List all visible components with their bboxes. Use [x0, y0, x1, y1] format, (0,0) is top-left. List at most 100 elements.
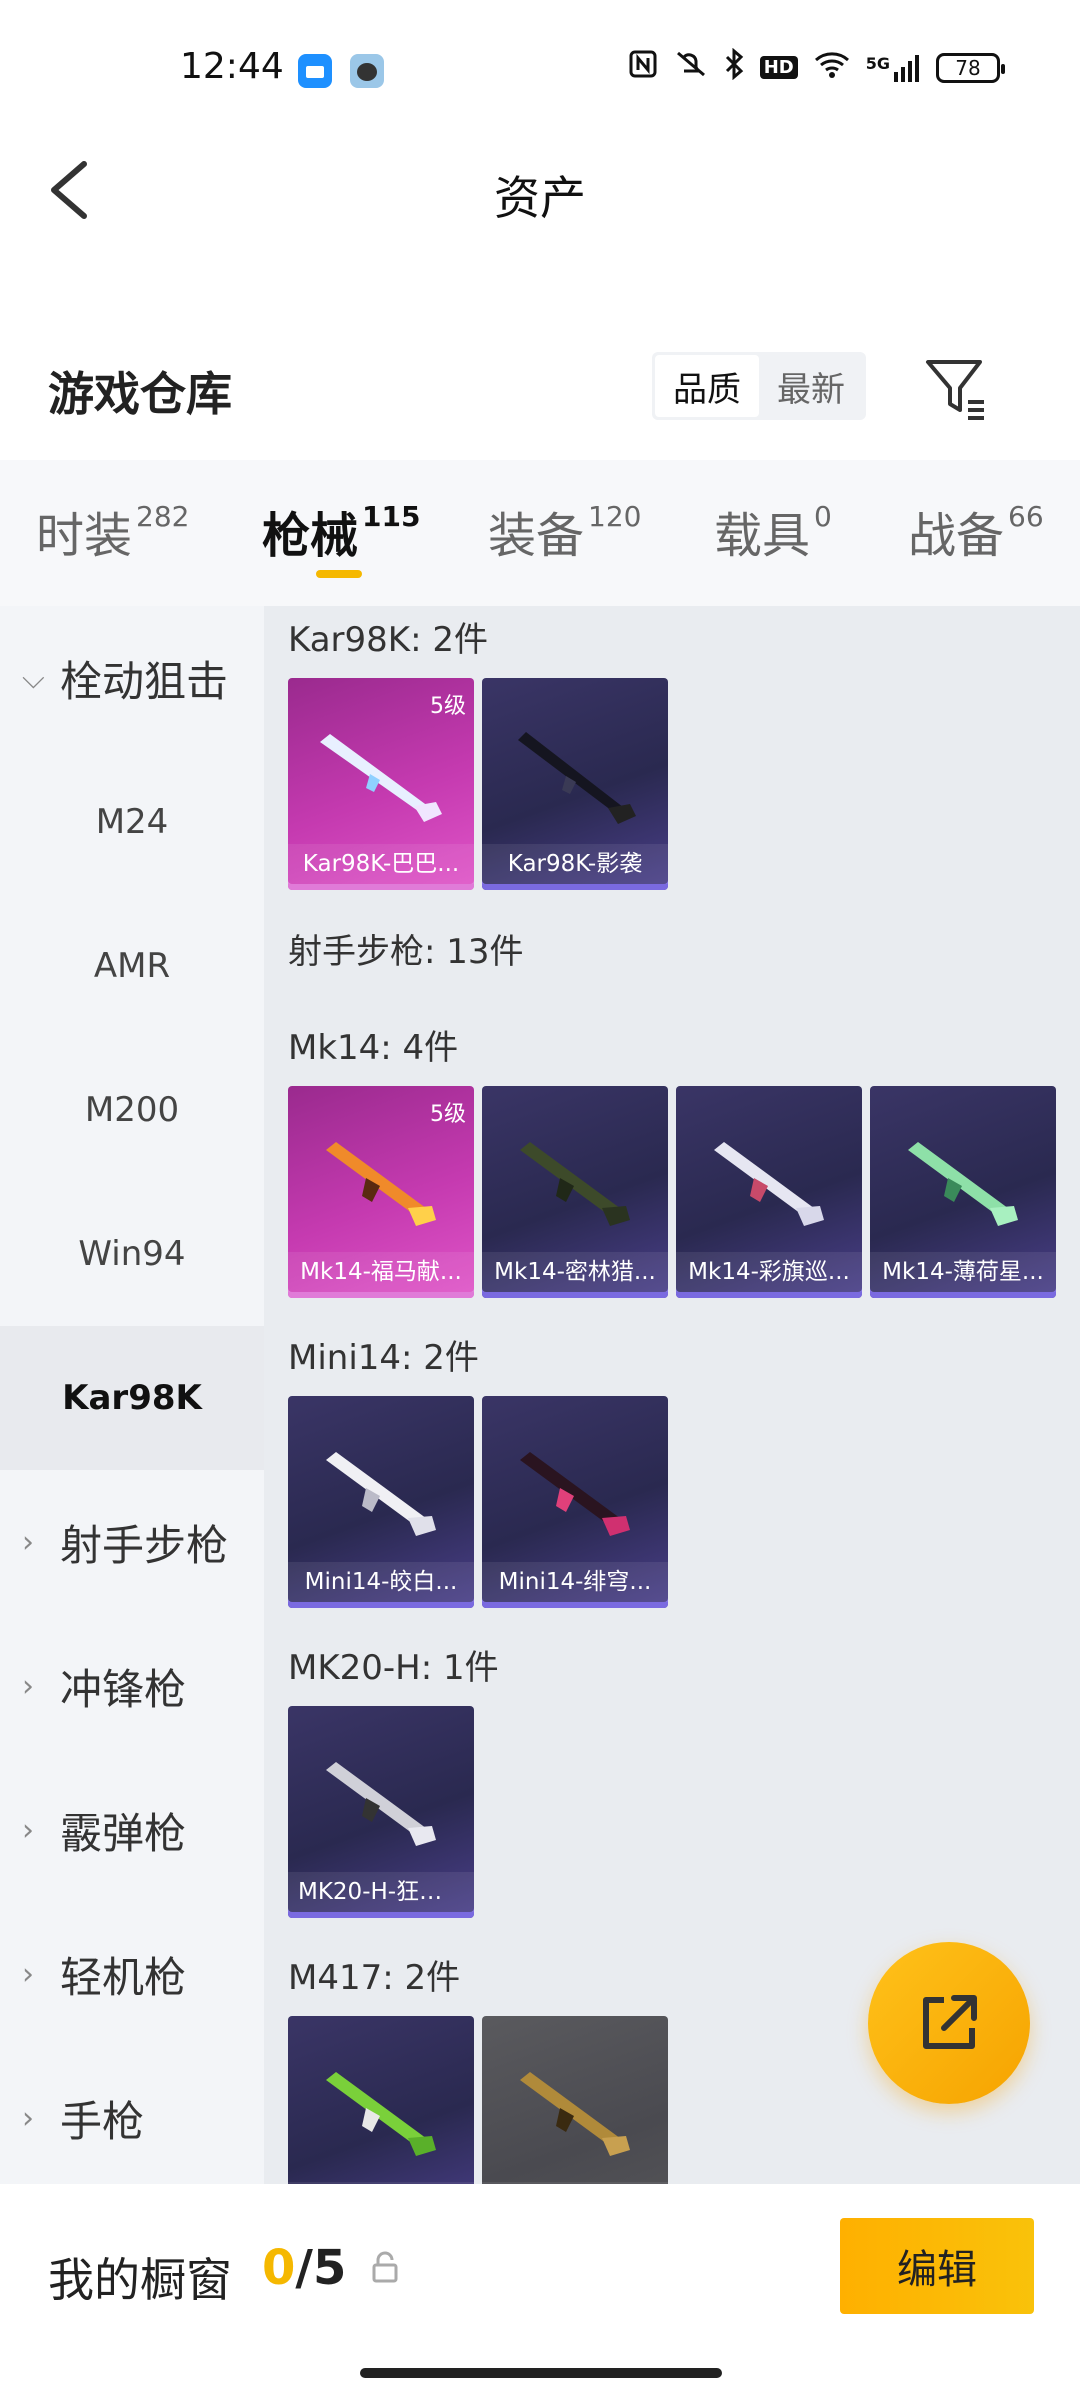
chevron-down-icon: ⌵: [22, 660, 45, 696]
weapon-name: Kar98K-巴巴...: [288, 844, 474, 884]
weapon-name: Mk14-彩旗巡...: [676, 1252, 862, 1292]
sidebar-item-label: 冲锋枪: [60, 1664, 187, 1714]
group-label-m417: M417: 2件: [288, 1958, 461, 1998]
weapon-card[interactable]: [288, 2016, 474, 2184]
rifle-icon: [908, 1142, 1018, 1226]
tab-count: 120: [588, 500, 642, 533]
weapon-card[interactable]: Mk14-彩旗巡...: [676, 1086, 862, 1298]
tab-firearms[interactable]: 枪械 115: [262, 496, 420, 566]
share-export-icon: [923, 1995, 977, 2049]
status-time: 12:44: [180, 46, 284, 87]
rifle-icon: [520, 1452, 630, 1536]
showcase-total: /5: [295, 2240, 347, 2296]
signal-icon: 5G: [866, 54, 920, 82]
tab-label: 枪械: [262, 508, 359, 564]
showcase-count: 0/5: [262, 2240, 346, 2296]
sidebar-item-amr[interactable]: AMR: [0, 894, 264, 1038]
sidebar-item-m200[interactable]: M200: [0, 1038, 264, 1182]
tab-label: 时装: [36, 508, 133, 564]
rifle-icon: [326, 1762, 436, 1846]
tab-fashion[interactable]: 时装 282: [36, 496, 189, 566]
tab-label: 载具: [714, 508, 811, 564]
rifle-icon: [518, 732, 636, 824]
tab-label: 装备: [488, 508, 585, 564]
network-type: 5G: [865, 53, 890, 73]
sort-toggle: 品质 最新: [652, 352, 866, 420]
weapon-name: Mini14-皎白...: [288, 1562, 474, 1602]
weapon-card[interactable]: Kar98K-影袭: [482, 678, 668, 890]
weapon-name: Mk14-密林猎...: [482, 1252, 668, 1292]
weapon-name: Mini14-绯穹...: [482, 1562, 668, 1602]
weapon-name: Mk14-薄荷星...: [870, 1252, 1056, 1292]
weapon-card[interactable]: 5级 Kar98K-巴巴...: [288, 678, 474, 890]
sidebar-item-marksman-rifle[interactable]: › 射手步枪: [0, 1470, 264, 1614]
sidebar-item-label: 轻机枪: [60, 1952, 187, 2002]
sidebar-item-bolt-sniper[interactable]: ⌵ 栓动狙击: [0, 606, 264, 750]
wifi-icon: [814, 50, 850, 85]
chevron-right-icon: ›: [22, 1524, 34, 1560]
tab-vehicles[interactable]: 载具 0: [714, 496, 832, 566]
share-fab-button[interactable]: [868, 1942, 1030, 2104]
tab-count: 115: [362, 500, 421, 533]
showcase-label: 我的橱窗: [48, 2253, 232, 2307]
weapon-name: Kar98K-影袭: [482, 844, 668, 884]
rifle-icon: [714, 1142, 824, 1226]
section-title: 游戏仓库: [48, 367, 232, 421]
level-badge: 5级: [430, 1102, 466, 1127]
weapon-card[interactable]: 5级 Mk14-福马献...: [288, 1086, 474, 1298]
sidebar-item-win94[interactable]: Win94: [0, 1182, 264, 1326]
group-label-mk20h: MK20-H: 1件: [288, 1648, 499, 1688]
chevron-right-icon: ›: [22, 1956, 34, 1992]
group-label-mk14: Mk14: 4件: [288, 1028, 459, 1068]
sidebar-item-shotgun[interactable]: › 霰弹枪: [0, 1758, 264, 1902]
sidebar-item-m24[interactable]: M24: [0, 750, 264, 894]
showcase-current: 0: [262, 2240, 296, 2296]
nfc-icon: [628, 49, 658, 86]
rifle-icon: [320, 734, 442, 822]
page-title: 资产: [494, 171, 586, 225]
hd-icon: HD: [759, 56, 798, 79]
status-bar: 12:44 HD 5G 78: [0, 0, 1080, 140]
tab-active-indicator: [316, 570, 362, 578]
weapon-card[interactable]: MK20-H-狂鲨...: [288, 1706, 474, 1918]
rifle-icon: [326, 1142, 436, 1226]
lock-icon: [372, 2251, 398, 2283]
sidebar-item-label: 霰弹枪: [60, 1808, 187, 1858]
battery-icon: 78: [936, 52, 1005, 83]
cat-app-notification-icon: [350, 54, 384, 88]
rifle-icon: [326, 1452, 436, 1536]
weapon-card[interactable]: Mini14-皎白...: [288, 1396, 474, 1608]
home-indicator[interactable]: [360, 2368, 722, 2378]
showcase-bar: 我的橱窗 0/5 编辑: [0, 2184, 1080, 2400]
weapon-name: Mk14-福马献...: [288, 1252, 474, 1292]
weapon-name: MK20-H-狂鲨...: [288, 1872, 474, 1912]
group-label-marksman-rifle: 射手步枪: 13件: [288, 932, 524, 972]
sidebar-item-smg[interactable]: › 冲锋枪: [0, 1614, 264, 1758]
group-label-mini14: Mini14: 2件: [288, 1338, 479, 1378]
tab-equipment[interactable]: 装备 120: [488, 496, 641, 566]
sidebar-item-label: M24: [95, 802, 169, 842]
group-label-kar98k: Kar98K: 2件: [288, 620, 488, 660]
sidebar-item-label: 栓动狙击: [60, 656, 229, 706]
edit-button[interactable]: 编辑: [840, 2218, 1034, 2314]
sort-option-quality[interactable]: 品质: [655, 355, 759, 417]
weapon-card[interactable]: Mk14-薄荷星...: [870, 1086, 1056, 1298]
sidebar-item-label: AMR: [93, 946, 171, 986]
sidebar-item-lmg[interactable]: › 轻机枪: [0, 1902, 264, 2046]
weapon-card[interactable]: [482, 2016, 668, 2184]
sidebar-item-label: Win94: [78, 1234, 186, 1274]
sidebar-item-pistol[interactable]: › 手枪: [0, 2046, 264, 2190]
sidebar-item-kar98k[interactable]: Kar98K: [0, 1326, 264, 1470]
sidebar-item-label: Kar98K: [62, 1378, 202, 1418]
sort-option-newest[interactable]: 最新: [759, 355, 863, 417]
chevron-right-icon: ›: [22, 1812, 34, 1848]
rifle-icon: [326, 2072, 436, 2156]
tab-supplies[interactable]: 战备 66: [908, 496, 1044, 566]
weapon-card[interactable]: Mk14-密林猎...: [482, 1086, 668, 1298]
sidebar-item-label: M200: [84, 1090, 180, 1130]
mute-icon: [674, 49, 708, 86]
filter-button[interactable]: [920, 352, 992, 424]
level-badge: 5级: [430, 694, 466, 719]
weapon-card[interactable]: Mini14-绯穹...: [482, 1396, 668, 1608]
tab-label: 战备: [908, 508, 1005, 564]
